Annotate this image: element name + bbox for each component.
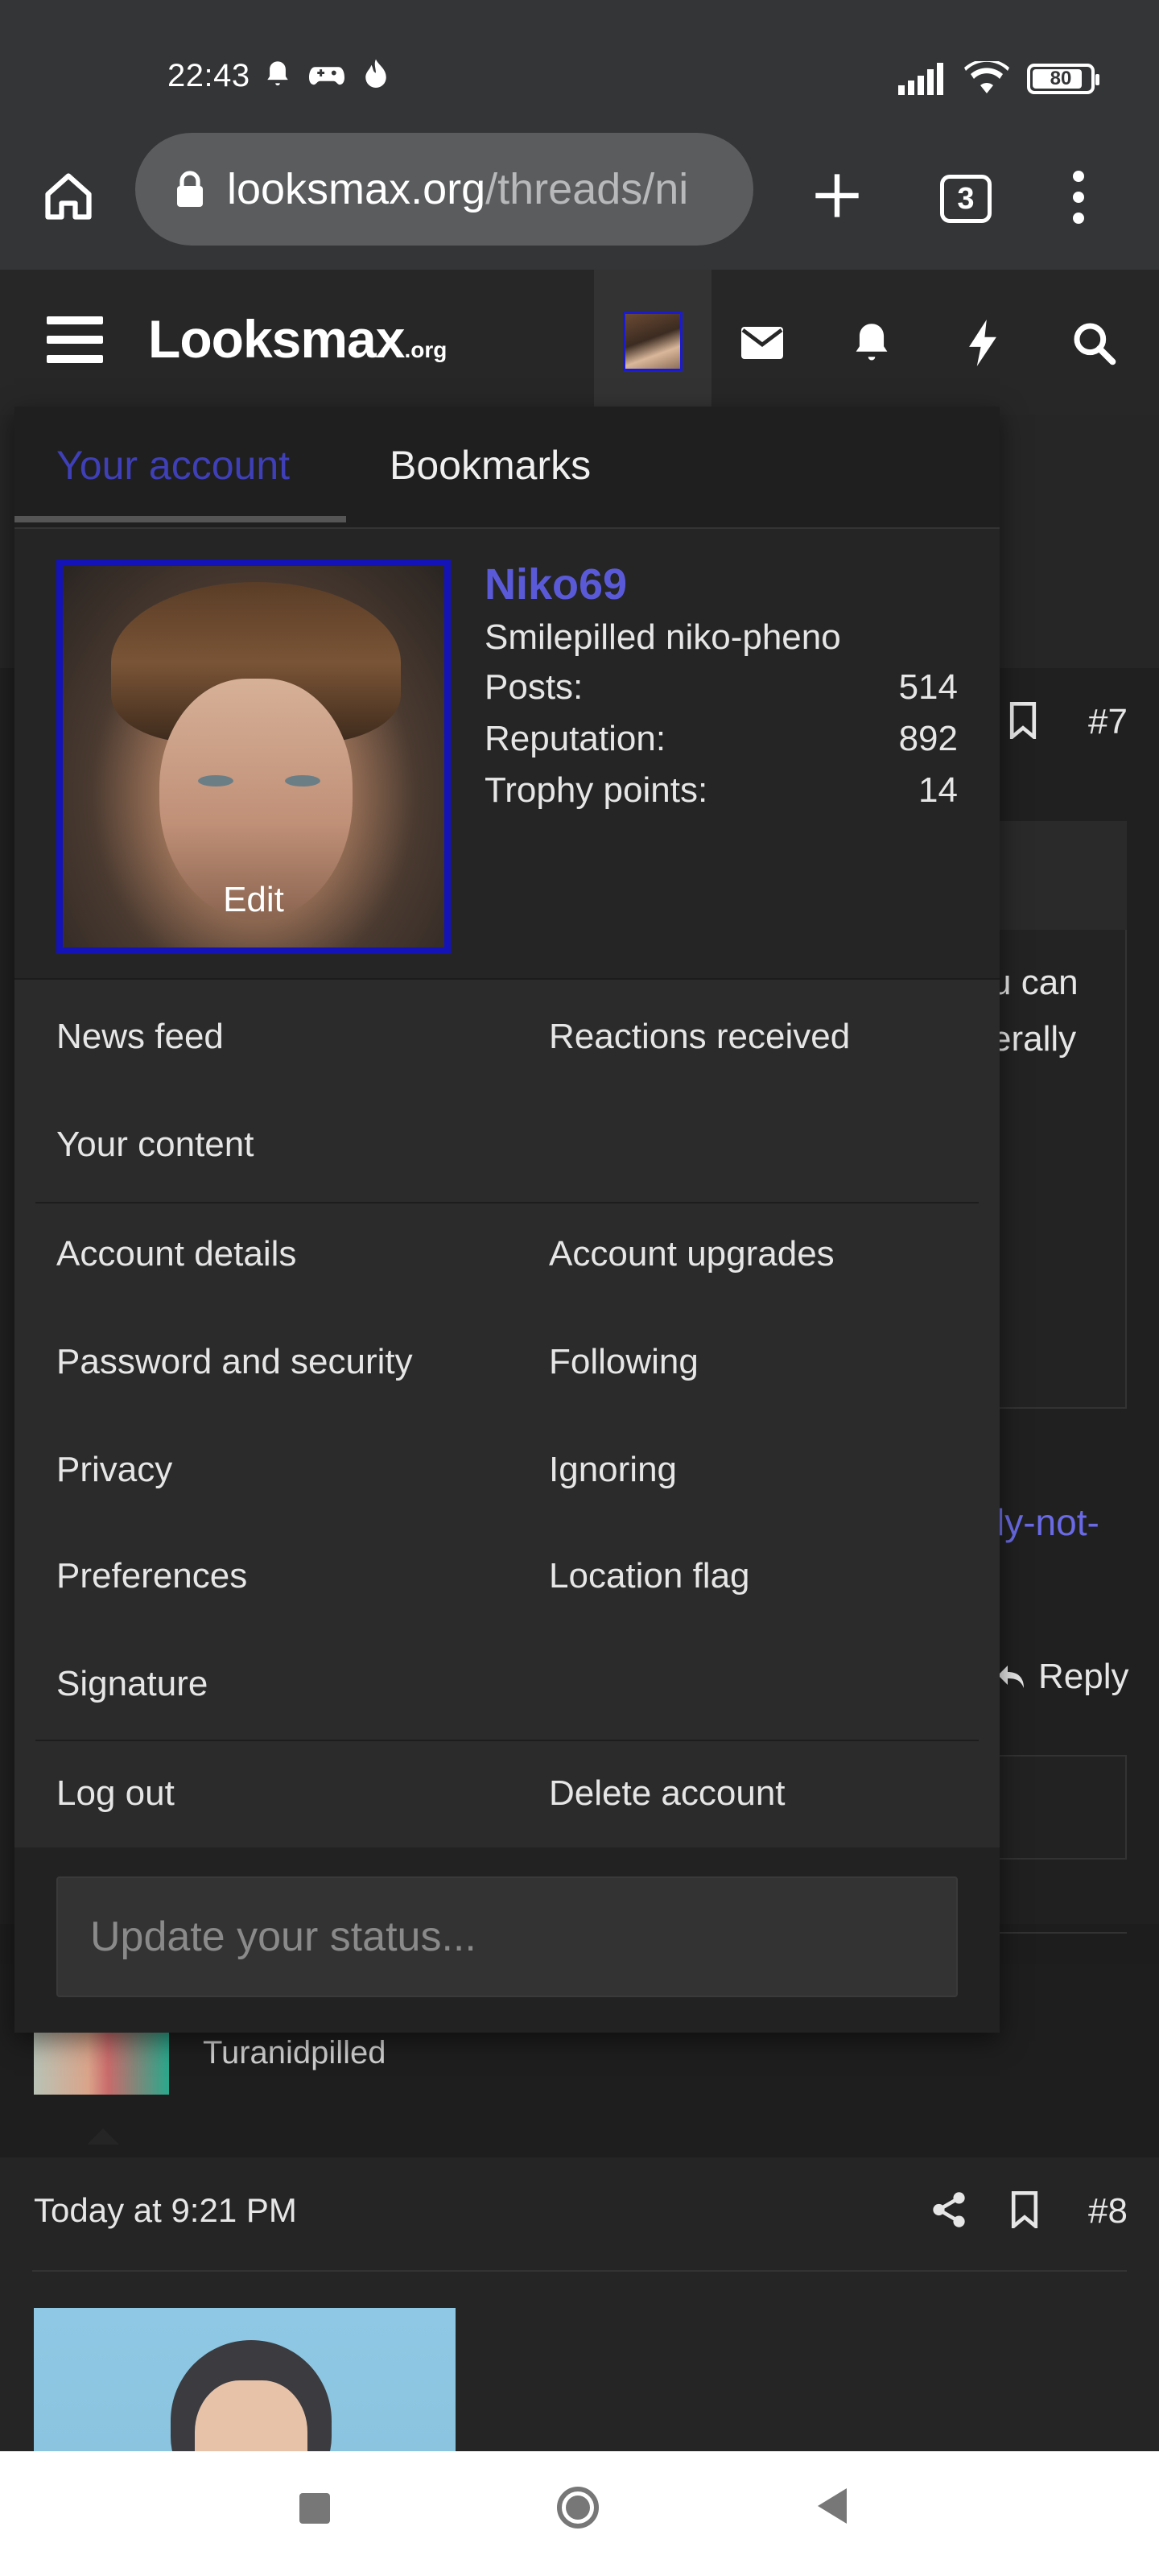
active-tab-indicator (14, 516, 346, 522)
url-bar[interactable]: looksmax.org/threads/ni (135, 133, 753, 246)
back-button[interactable] (818, 2488, 847, 2524)
post-link-fragment[interactable]: ly-not- (996, 1501, 1099, 1544)
logo-suffix: .org (404, 337, 448, 362)
profile-avatar[interactable]: Edit (56, 559, 451, 954)
reply-label: Reply (1038, 1657, 1129, 1696)
post-text-fragment: erally (992, 1019, 1077, 1059)
menu-following[interactable]: Following (549, 1342, 699, 1382)
account-menu-toggle[interactable] (594, 270, 711, 415)
avatar-edit-label[interactable]: Edit (63, 880, 444, 920)
home-nav-button[interactable] (557, 2487, 599, 2529)
home-icon (45, 173, 92, 220)
stat-value: 892 (898, 719, 958, 758)
menu-divider (35, 1740, 979, 1741)
post-text-fragment: u can (992, 963, 1079, 1002)
menu-account-details[interactable]: Account details (56, 1234, 296, 1274)
profile-username[interactable]: Niko69 (485, 559, 627, 609)
menu-ignoring[interactable]: Ignoring (549, 1450, 677, 1490)
lock-icon (177, 171, 203, 207)
menu-log-out[interactable]: Log out (56, 1773, 175, 1814)
account-menu-tabs: Your account Bookmarks (14, 407, 1000, 529)
flame-icon (365, 59, 386, 88)
battery-icon: 80 (1027, 64, 1099, 94)
stat-label: Posts: (485, 667, 584, 707)
logo-main: Looksmax (148, 309, 405, 369)
browser-menu-button[interactable] (1046, 157, 1111, 237)
url-path: /threads/ni (485, 165, 689, 213)
divider (32, 2270, 1127, 2272)
post-8-user-title: Turanidpilled (203, 2035, 386, 2070)
gamepad-icon (309, 67, 344, 85)
menu-your-content[interactable]: Your content (56, 1125, 254, 1165)
wifi-icon (964, 61, 1009, 93)
post-7-number[interactable]: #7 (1088, 702, 1128, 742)
post-8-timestamp[interactable]: Today at 9:21 PM (34, 2191, 297, 2230)
new-tab-button[interactable] (797, 155, 877, 236)
menu-divider (35, 1202, 979, 1203)
reply-icon (998, 1666, 1024, 1688)
account-menu: Your account Bookmarks Edit Niko69 Smile… (14, 407, 1000, 2033)
menu-account-upgrades[interactable]: Account upgrades (549, 1234, 835, 1274)
status-update-area: Update your status... (14, 1847, 1000, 2033)
url-host: looksmax.org (227, 165, 486, 213)
menu-preferences[interactable]: Preferences (56, 1556, 247, 1596)
share-icon[interactable] (932, 2191, 966, 2228)
tab-bookmarks[interactable]: Bookmarks (390, 442, 591, 489)
alerts-button[interactable] (843, 315, 900, 371)
menu-reactions-received[interactable]: Reactions received (549, 1017, 850, 1057)
whats-new-button[interactable] (955, 315, 1011, 371)
tab-switcher-button[interactable]: 3 (940, 175, 992, 223)
battery-level: 80 (1050, 68, 1072, 89)
stat-trophy-points: Trophy points: 14 (485, 770, 958, 811)
post-8-image[interactable] (34, 2308, 456, 2453)
menu-delete-account[interactable]: Delete account (549, 1773, 786, 1814)
menu-location-flag[interactable]: Location flag (549, 1556, 750, 1596)
stat-label: Trophy points: (485, 770, 708, 810)
menu-signature[interactable]: Signature (56, 1664, 208, 1704)
menu-privacy[interactable]: Privacy (56, 1450, 172, 1490)
search-icon (1074, 323, 1116, 365)
home-button[interactable] (32, 160, 105, 233)
envelope-icon (741, 327, 783, 359)
status-update-input[interactable]: Update your status... (56, 1876, 958, 1997)
post-8-number[interactable]: #8 (1088, 2191, 1128, 2231)
lightning-icon (969, 320, 996, 366)
stat-reputation: Reputation: 892 (485, 719, 958, 759)
site-header: Looksmax.org (0, 270, 1159, 415)
inbox-button[interactable] (734, 315, 790, 371)
search-button[interactable] (1066, 315, 1122, 371)
bell-icon (856, 324, 888, 361)
header-avatar (623, 312, 683, 371)
stat-value: 14 (918, 770, 958, 810)
android-status-bar: 22:43 80 (0, 0, 1159, 133)
profile-user-title: Smilepilled niko-pheno (485, 617, 841, 657)
hamburger-menu-icon[interactable] (47, 316, 103, 363)
stat-value: 514 (898, 667, 958, 707)
site-logo[interactable]: Looksmax.org (148, 308, 447, 369)
stat-posts: Posts: 514 (485, 667, 958, 708)
tab-your-account[interactable]: Your account (56, 442, 290, 489)
bell-icon (267, 61, 288, 86)
browser-toolbar: looksmax.org/threads/ni 3 (0, 133, 1159, 270)
plus-icon (815, 174, 859, 217)
profile-summary: Edit Niko69 Smilepilled niko-pheno Posts… (14, 529, 1000, 980)
reply-button[interactable]: Reply (995, 1657, 1129, 1697)
android-nav-bar (0, 2451, 1159, 2576)
stat-label: Reputation: (485, 719, 666, 758)
status-time: 22:43 (167, 58, 250, 93)
menu-password-security[interactable]: Password and security (56, 1342, 413, 1382)
bookmark-icon[interactable] (1008, 702, 1038, 739)
bookmark-icon[interactable] (1009, 2191, 1040, 2228)
recents-button[interactable] (299, 2493, 330, 2524)
menu-news-feed[interactable]: News feed (56, 1017, 224, 1057)
signal-icon (898, 63, 943, 95)
user-arrow (87, 2128, 119, 2145)
